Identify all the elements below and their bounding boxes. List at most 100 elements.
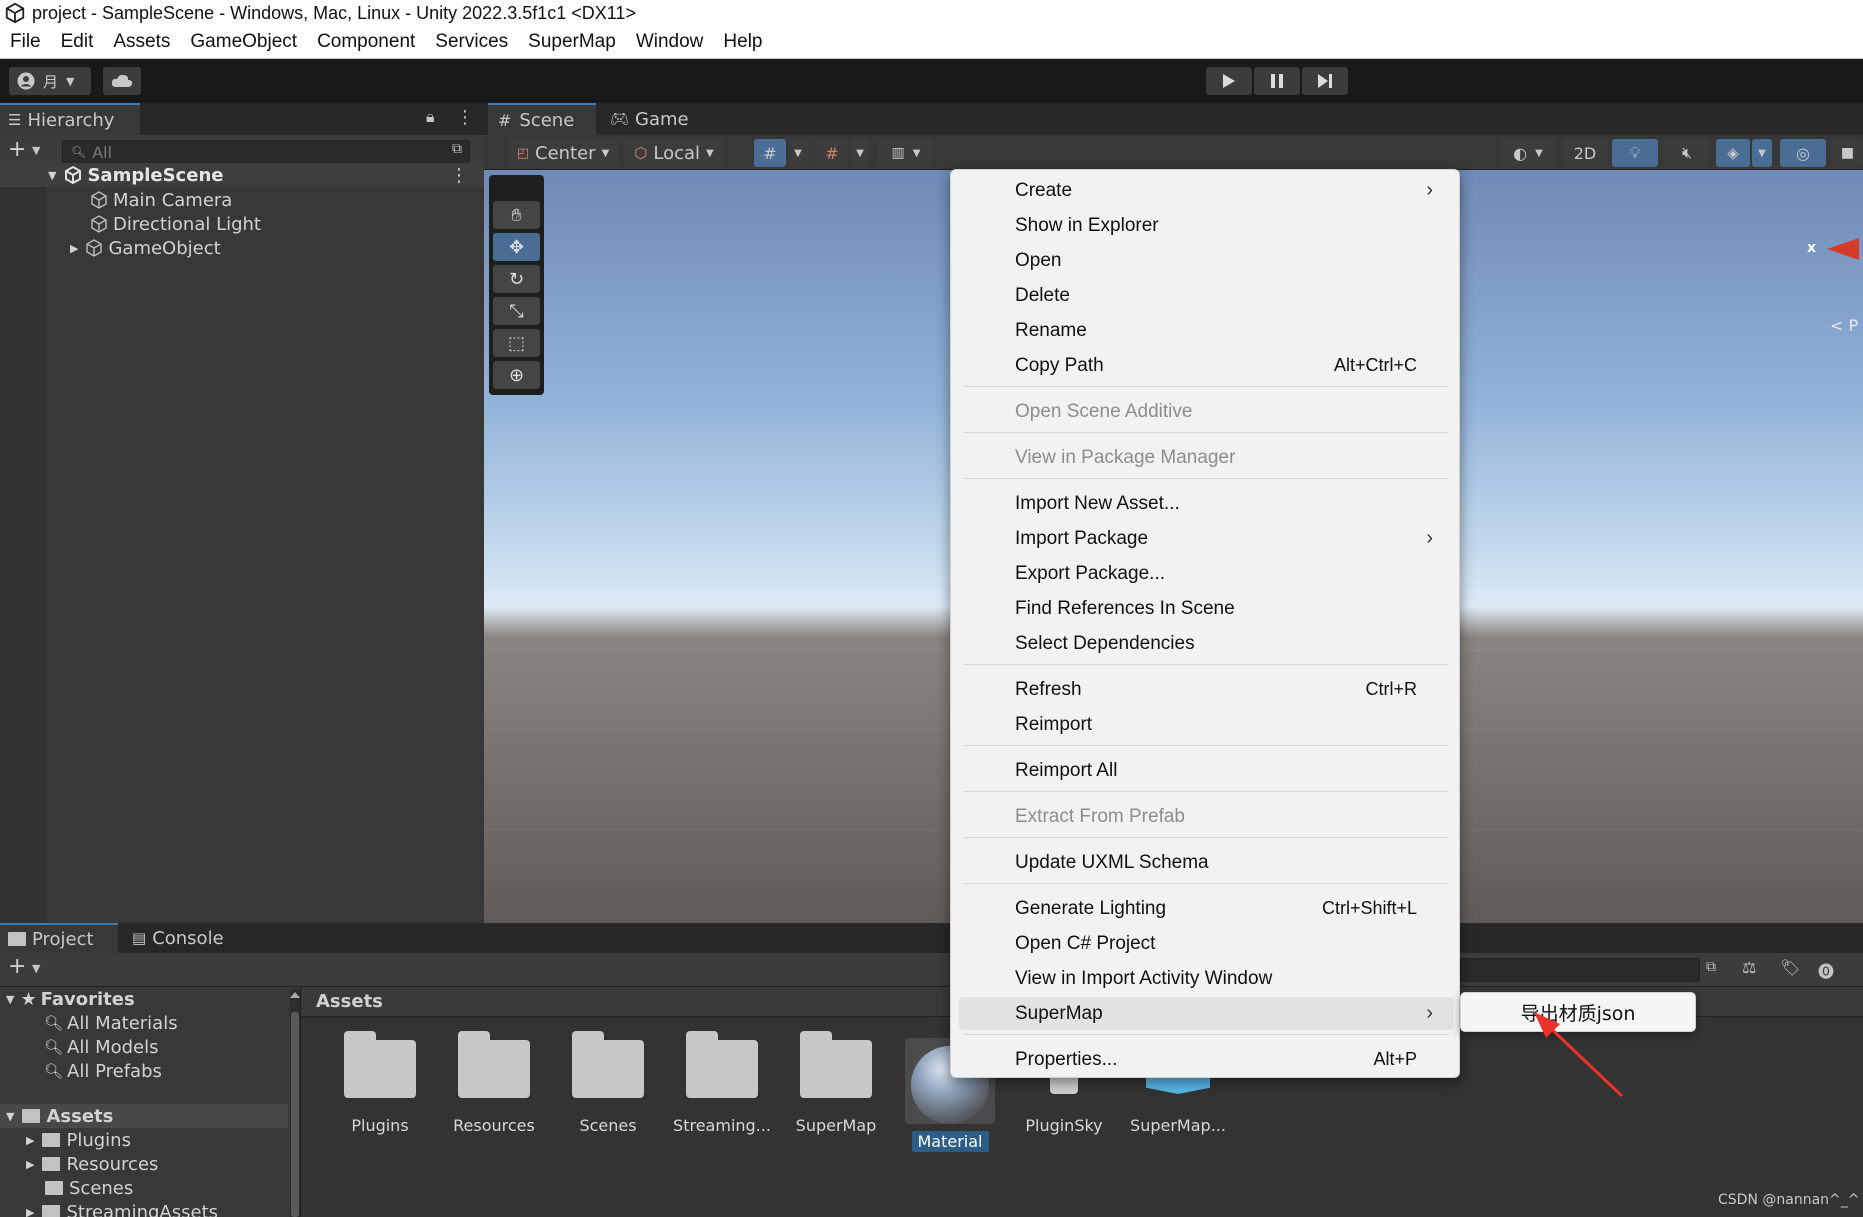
expand-arrow-icon[interactable]: ▼ [6, 1110, 14, 1123]
menu-item-rename[interactable]: Rename [959, 314, 1453, 347]
asset-item[interactable]: Scenes [553, 1031, 663, 1135]
hierarchy-item[interactable]: Directional Light [0, 212, 484, 236]
increment-snap-dropdown[interactable]: ▼ [850, 139, 870, 167]
toggle-2d-button[interactable]: 2D [1562, 139, 1608, 167]
breadcrumb[interactable]: Assets [316, 991, 383, 1012]
menu-item-import-new-asset[interactable]: Import New Asset... [959, 487, 1453, 520]
pivot-dropdown[interactable]: ◰ Center ▼ [508, 139, 618, 167]
menu-item-delete[interactable]: Delete [959, 279, 1453, 312]
expand-arrow-icon[interactable]: ▶ [26, 1206, 34, 1217]
menu-services[interactable]: Services [425, 31, 518, 53]
folder-tree-item[interactable]: ▶ Resources [26, 1152, 158, 1176]
gizmo-perspective-label[interactable]: < P [1830, 316, 1858, 335]
expand-arrow-icon[interactable]: ▶ [26, 1134, 34, 1147]
folder-tree-item[interactable]: Scenes [45, 1176, 133, 1200]
menu-help[interactable]: Help [713, 31, 772, 53]
menu-item-generate-lighting[interactable]: Generate Lighting Ctrl+Shift+L [959, 892, 1453, 925]
menu-gameobject[interactable]: GameObject [180, 31, 307, 53]
rect-tool[interactable]: ⬚ [493, 329, 540, 357]
space-dropdown[interactable]: ⬡ Local ▼ [624, 139, 724, 167]
hierarchy-search-input[interactable]: 🔍︎ All [62, 140, 470, 164]
menu-item-update-uxml-schema[interactable]: Update UXML Schema [959, 846, 1453, 879]
tab-scene[interactable]: # Scene [488, 103, 596, 135]
tab-hierarchy[interactable]: ☰ Hierarchy [0, 103, 140, 135]
menu-item-import-package[interactable]: Import Package › [959, 522, 1453, 555]
menu-item-export-package[interactable]: Export Package... [959, 557, 1453, 590]
expand-arrow-icon[interactable]: ▶ [26, 1158, 34, 1171]
menu-item-copy-path[interactable]: Copy Path Alt+Ctrl+C [959, 349, 1453, 382]
account-dropdown[interactable]: 月 ▼ [9, 67, 91, 95]
grid-snap-dropdown[interactable]: ▼ [788, 139, 808, 167]
asset-item[interactable]: Streaming... [667, 1031, 777, 1135]
menu-item-view-import-activity[interactable]: View in Import Activity Window [959, 962, 1453, 995]
add-icon[interactable]: + [8, 137, 26, 162]
type-filter-icon[interactable]: ⚖ [1742, 958, 1756, 977]
assets-root-row[interactable]: ▼ Assets [0, 1104, 288, 1128]
menu-file[interactable]: File [0, 31, 51, 53]
effects-dropdown[interactable]: ▼ [1752, 139, 1772, 167]
scene-search-icon[interactable]: ⧉ [452, 141, 462, 157]
search-scope-icon[interactable]: ⧉ [1706, 959, 1716, 975]
scene-gizmo-x-cone-icon[interactable] [1825, 236, 1863, 262]
pause-button[interactable] [1254, 67, 1300, 95]
menu-item-show-in-explorer[interactable]: Show in Explorer [959, 209, 1453, 242]
menu-item-reimport-all[interactable]: Reimport All [959, 754, 1453, 787]
asset-item[interactable]: Resources [439, 1031, 549, 1135]
audio-toggle[interactable]: 🔇︎ [1664, 139, 1710, 167]
step-button[interactable] [1302, 67, 1348, 95]
lighting-toggle[interactable]: 💡︎ [1612, 139, 1658, 167]
ruler-dropdown[interactable]: ▥ ▼ [878, 139, 934, 167]
favorites-item[interactable]: 🔍︎ All Materials [44, 1011, 178, 1035]
tab-console[interactable]: ▤ Console [132, 923, 242, 953]
visibility-toggle[interactable]: ◎ [1780, 139, 1826, 167]
favorites-row[interactable]: ▼ ★ Favorites [6, 987, 135, 1011]
scale-tool[interactable]: ⤡ [493, 297, 540, 325]
menu-item-find-references[interactable]: Find References In Scene [959, 592, 1453, 625]
camera-button[interactable]: ■ [1832, 139, 1863, 167]
asset-item[interactable]: Plugins [325, 1031, 435, 1135]
asset-item[interactable]: SuperMap [781, 1031, 891, 1135]
rotate-tool[interactable]: ↻ [493, 265, 540, 293]
play-button[interactable] [1206, 67, 1252, 95]
expand-arrow-icon[interactable]: ▼ [6, 993, 14, 1006]
hand-tool[interactable]: ✋︎ [493, 201, 540, 229]
favorites-item[interactable]: 🔍︎ All Models [44, 1035, 159, 1059]
menu-item-supermap[interactable]: SuperMap › [959, 997, 1453, 1030]
cloud-button[interactable] [103, 67, 141, 95]
menu-component[interactable]: Component [307, 31, 425, 53]
folder-tree-item[interactable]: ▶ StreamingAssets [26, 1200, 218, 1217]
hierarchy-item[interactable]: ▶ GameObject [0, 236, 484, 260]
label-filter-icon[interactable]: 🏷︎ [1780, 958, 1800, 977]
folder-tree-scrollbar[interactable] [290, 990, 300, 1217]
grid-snap-button[interactable]: # [754, 139, 786, 167]
hierarchy-scene-row[interactable]: ▼ SampleScene ⋮ [0, 163, 484, 187]
lock-icon[interactable]: 🔒︎ [426, 107, 435, 127]
expand-arrow-icon[interactable]: ▶ [70, 242, 78, 255]
menu-assets[interactable]: Assets [103, 31, 180, 53]
menu-window[interactable]: Window [626, 31, 714, 53]
menu-item-open[interactable]: Open [959, 244, 1453, 277]
effects-toggle[interactable]: ◈ [1716, 139, 1750, 167]
move-tool[interactable]: ✥ [493, 233, 540, 261]
chevron-down-icon[interactable]: ▼ [32, 962, 40, 975]
menu-item-reimport[interactable]: Reimport [959, 708, 1453, 741]
project-search-input[interactable] [1460, 958, 1700, 982]
increment-snap-button[interactable]: # [816, 139, 848, 167]
transform-tool[interactable]: ⊕ [493, 361, 540, 389]
menu-item-create[interactable]: Create › [959, 174, 1453, 207]
menu-item-open-csharp-project[interactable]: Open C# Project [959, 927, 1453, 960]
menu-item-select-dependencies[interactable]: Select Dependencies [959, 627, 1453, 660]
tab-game[interactable]: 🎮︎ Game [610, 103, 710, 135]
menu-item-properties[interactable]: Properties... Alt+P [959, 1043, 1453, 1076]
more-options-icon[interactable]: ⋮ [456, 107, 474, 128]
hierarchy-item[interactable]: Main Camera [0, 188, 484, 212]
scene-more-icon[interactable]: ⋮ [450, 165, 468, 186]
favorites-item[interactable]: 🔍︎ All Prefabs [44, 1059, 162, 1083]
draw-mode-dropdown[interactable]: ◐ ▼ [1500, 139, 1556, 167]
warning-filter-icon[interactable]: ⓿ [1818, 958, 1834, 982]
add-icon[interactable]: + [8, 954, 26, 979]
menu-edit[interactable]: Edit [51, 31, 104, 53]
menu-supermap[interactable]: SuperMap [518, 31, 626, 53]
expand-arrow-icon[interactable]: ▼ [48, 169, 56, 182]
folder-tree-item[interactable]: ▶ Plugins [26, 1128, 131, 1152]
